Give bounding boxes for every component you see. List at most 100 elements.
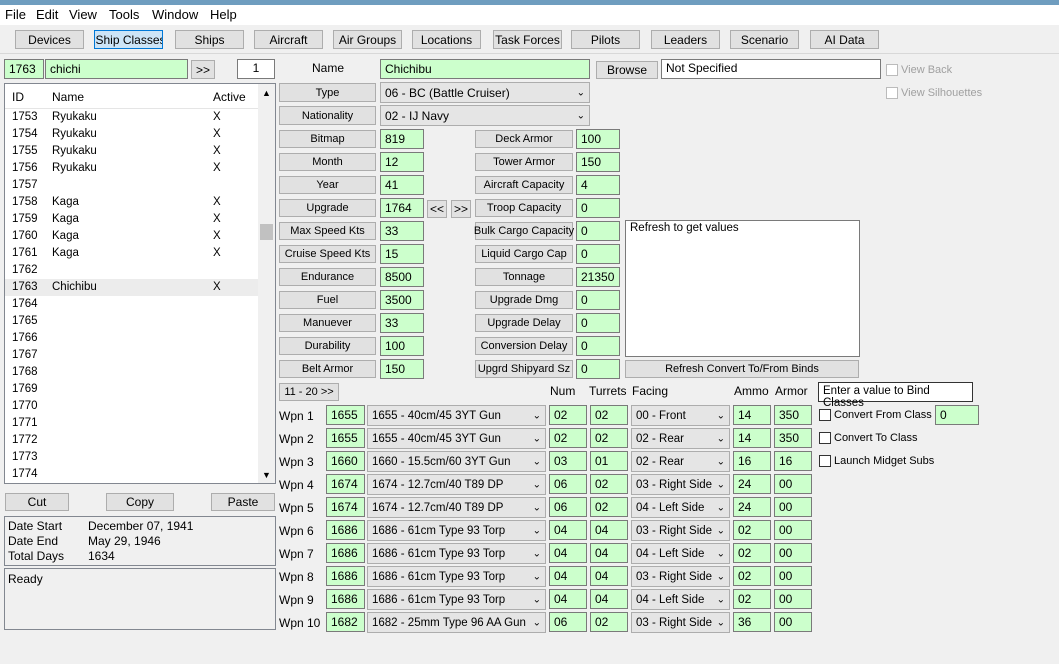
weapon-turrets-field[interactable]: 02 bbox=[590, 405, 628, 425]
list-item[interactable]: 1757 bbox=[5, 177, 258, 194]
weapon-facing-select[interactable]: 03 - Right Side ⌄ bbox=[631, 612, 730, 633]
view-back-checkbox[interactable] bbox=[886, 64, 898, 76]
tab-ai-data[interactable]: AI Data bbox=[810, 30, 879, 49]
list-item[interactable]: 1756 Ryukaku X bbox=[5, 160, 258, 177]
weapon-ammo-field[interactable]: 36 bbox=[733, 612, 771, 632]
tab-air-groups[interactable]: Air Groups bbox=[333, 30, 402, 49]
list-item[interactable]: 1755 Ryukaku X bbox=[5, 143, 258, 160]
tab-leaders[interactable]: Leaders bbox=[651, 30, 720, 49]
weapon-ammo-field[interactable]: 24 bbox=[733, 497, 771, 517]
weapon-ammo-field[interactable]: 16 bbox=[733, 451, 771, 471]
year-button[interactable]: Year bbox=[279, 176, 376, 194]
menu-view[interactable]: View bbox=[69, 7, 97, 22]
tab-task-forces[interactable]: Task Forces bbox=[493, 30, 562, 49]
weapon-num-field[interactable]: 02 bbox=[549, 405, 587, 425]
weapon-turrets-field[interactable]: 02 bbox=[590, 497, 628, 517]
scroll-up-icon[interactable]: ▲ bbox=[262, 88, 271, 98]
convert-from-checkbox[interactable] bbox=[819, 409, 831, 421]
tab-ships[interactable]: Ships bbox=[175, 30, 244, 49]
tab-locations[interactable]: Locations bbox=[412, 30, 481, 49]
weapon-num-field[interactable]: 04 bbox=[549, 543, 587, 563]
menu-help[interactable]: Help bbox=[210, 7, 237, 22]
weapon-turrets-field[interactable]: 02 bbox=[590, 428, 628, 448]
tab-pilots[interactable]: Pilots bbox=[571, 30, 640, 49]
weapon-ammo-field[interactable]: 02 bbox=[733, 566, 771, 586]
weapon-device-id-field[interactable]: 1674 bbox=[326, 474, 365, 494]
list-item[interactable]: 1769 bbox=[5, 381, 258, 398]
tower-armor-button[interactable]: Tower Armor bbox=[475, 153, 573, 171]
bulk-cargo-capacity-field[interactable]: 0 bbox=[576, 221, 620, 241]
ship-class-list[interactable]: ID Name Active 1753 Ryukaku X 1754 Ryukaku X 1… bbox=[4, 83, 276, 484]
list-item[interactable]: 1762 bbox=[5, 262, 258, 279]
convert-to-checkbox[interactable] bbox=[819, 432, 831, 444]
weapon-num-field[interactable]: 02 bbox=[549, 428, 587, 448]
list-item[interactable]: 1771 bbox=[5, 415, 258, 432]
weapon-device-select[interactable]: 1686 - 61cm Type 93 Torp ⌄ bbox=[367, 589, 546, 610]
weapon-device-id-field[interactable]: 1682 bbox=[326, 612, 365, 632]
weapon-armor-field[interactable]: 00 bbox=[774, 589, 812, 609]
nationality-select[interactable]: 02 - IJ Navy ⌄ bbox=[380, 105, 590, 126]
tonnage-field[interactable]: 21350 bbox=[576, 267, 620, 287]
weapon-device-id-field[interactable]: 1686 bbox=[326, 589, 365, 609]
weapon-ammo-field[interactable]: 24 bbox=[733, 474, 771, 494]
list-item[interactable]: 1774 bbox=[5, 466, 258, 483]
list-item[interactable]: 1767 bbox=[5, 347, 258, 364]
conversion-delay-button[interactable]: Conversion Delay bbox=[475, 337, 573, 355]
weapon-armor-field[interactable]: 00 bbox=[774, 497, 812, 517]
column-header-id[interactable]: ID bbox=[12, 90, 24, 104]
durability-field[interactable]: 100 bbox=[380, 336, 424, 356]
type-select[interactable]: 06 - BC (Battle Cruiser) ⌄ bbox=[380, 82, 590, 103]
fuel-button[interactable]: Fuel bbox=[279, 291, 376, 309]
manuever-button[interactable]: Manuever bbox=[279, 314, 376, 332]
aircraft-capacity-button[interactable]: Aircraft Capacity bbox=[475, 176, 573, 194]
weapon-ammo-field[interactable]: 02 bbox=[733, 589, 771, 609]
search-id-field[interactable]: 1763 bbox=[4, 59, 44, 79]
weapon-facing-select[interactable]: 04 - Left Side ⌄ bbox=[631, 543, 730, 564]
month-button[interactable]: Month bbox=[279, 153, 376, 171]
list-item[interactable]: 1758 Kaga X bbox=[5, 194, 258, 211]
max-speed-kts-field[interactable]: 33 bbox=[380, 221, 424, 241]
upgrade-next-button[interactable]: >> bbox=[451, 200, 471, 218]
list-item[interactable]: 1773 bbox=[5, 449, 258, 466]
weapon-turrets-field[interactable]: 01 bbox=[590, 451, 628, 471]
list-item[interactable]: 1759 Kaga X bbox=[5, 211, 258, 228]
deck-armor-button[interactable]: Deck Armor bbox=[475, 130, 573, 148]
tab-scenario[interactable]: Scenario bbox=[730, 30, 799, 49]
scroll-thumb[interactable] bbox=[260, 224, 273, 240]
list-item[interactable]: 1753 Ryukaku X bbox=[5, 109, 258, 126]
weapon-device-select[interactable]: 1655 - 40cm/45 3YT Gun ⌄ bbox=[367, 405, 546, 426]
search-name-field[interactable]: chichi bbox=[45, 59, 188, 79]
cut-button[interactable]: Cut bbox=[5, 493, 69, 511]
list-scrollbar[interactable]: ▲ ▼ bbox=[258, 84, 275, 483]
list-item[interactable]: 1764 bbox=[5, 296, 258, 313]
weapon-facing-select[interactable]: 03 - Right Side ⌄ bbox=[631, 520, 730, 541]
upgrade-field[interactable]: 1764 bbox=[380, 198, 424, 218]
list-item[interactable]: 1772 bbox=[5, 432, 258, 449]
liquid-cargo-cap-button[interactable]: Liquid Cargo Cap bbox=[475, 245, 573, 263]
nationality-button[interactable]: Nationality bbox=[279, 106, 376, 125]
deck-armor-field[interactable]: 100 bbox=[576, 129, 620, 149]
list-item[interactable]: 1766 bbox=[5, 330, 258, 347]
weapon-facing-select[interactable]: 03 - Right Side ⌄ bbox=[631, 474, 730, 495]
weapon-device-id-field[interactable]: 1674 bbox=[326, 497, 365, 517]
bitmap-field[interactable]: 819 bbox=[380, 129, 424, 149]
bitmap-button[interactable]: Bitmap bbox=[279, 130, 376, 148]
upgrade-delay-button[interactable]: Upgrade Delay bbox=[475, 314, 573, 332]
belt-armor-button[interactable]: Belt Armor bbox=[279, 360, 376, 378]
upgrd-shipyard-sz-field[interactable]: 0 bbox=[576, 359, 620, 379]
weapon-num-field[interactable]: 06 bbox=[549, 497, 587, 517]
tower-armor-field[interactable]: 150 bbox=[576, 152, 620, 172]
weapon-facing-select[interactable]: 00 - Front ⌄ bbox=[631, 405, 730, 426]
menu-window[interactable]: Window bbox=[152, 7, 198, 22]
durability-button[interactable]: Durability bbox=[279, 337, 376, 355]
weapon-device-id-field[interactable]: 1686 bbox=[326, 566, 365, 586]
bulk-cargo-capacity-button[interactable]: Bulk Cargo Capacity bbox=[474, 222, 574, 240]
weapon-armor-field[interactable]: 00 bbox=[774, 612, 812, 632]
weapon-num-field[interactable]: 06 bbox=[549, 612, 587, 632]
view-silhouettes-checkbox[interactable] bbox=[886, 87, 898, 99]
tonnage-button[interactable]: Tonnage bbox=[475, 268, 573, 286]
month-field[interactable]: 12 bbox=[380, 152, 424, 172]
weapon-num-field[interactable]: 03 bbox=[549, 451, 587, 471]
weapon-turrets-field[interactable]: 04 bbox=[590, 520, 628, 540]
weapon-num-field[interactable]: 04 bbox=[549, 566, 587, 586]
